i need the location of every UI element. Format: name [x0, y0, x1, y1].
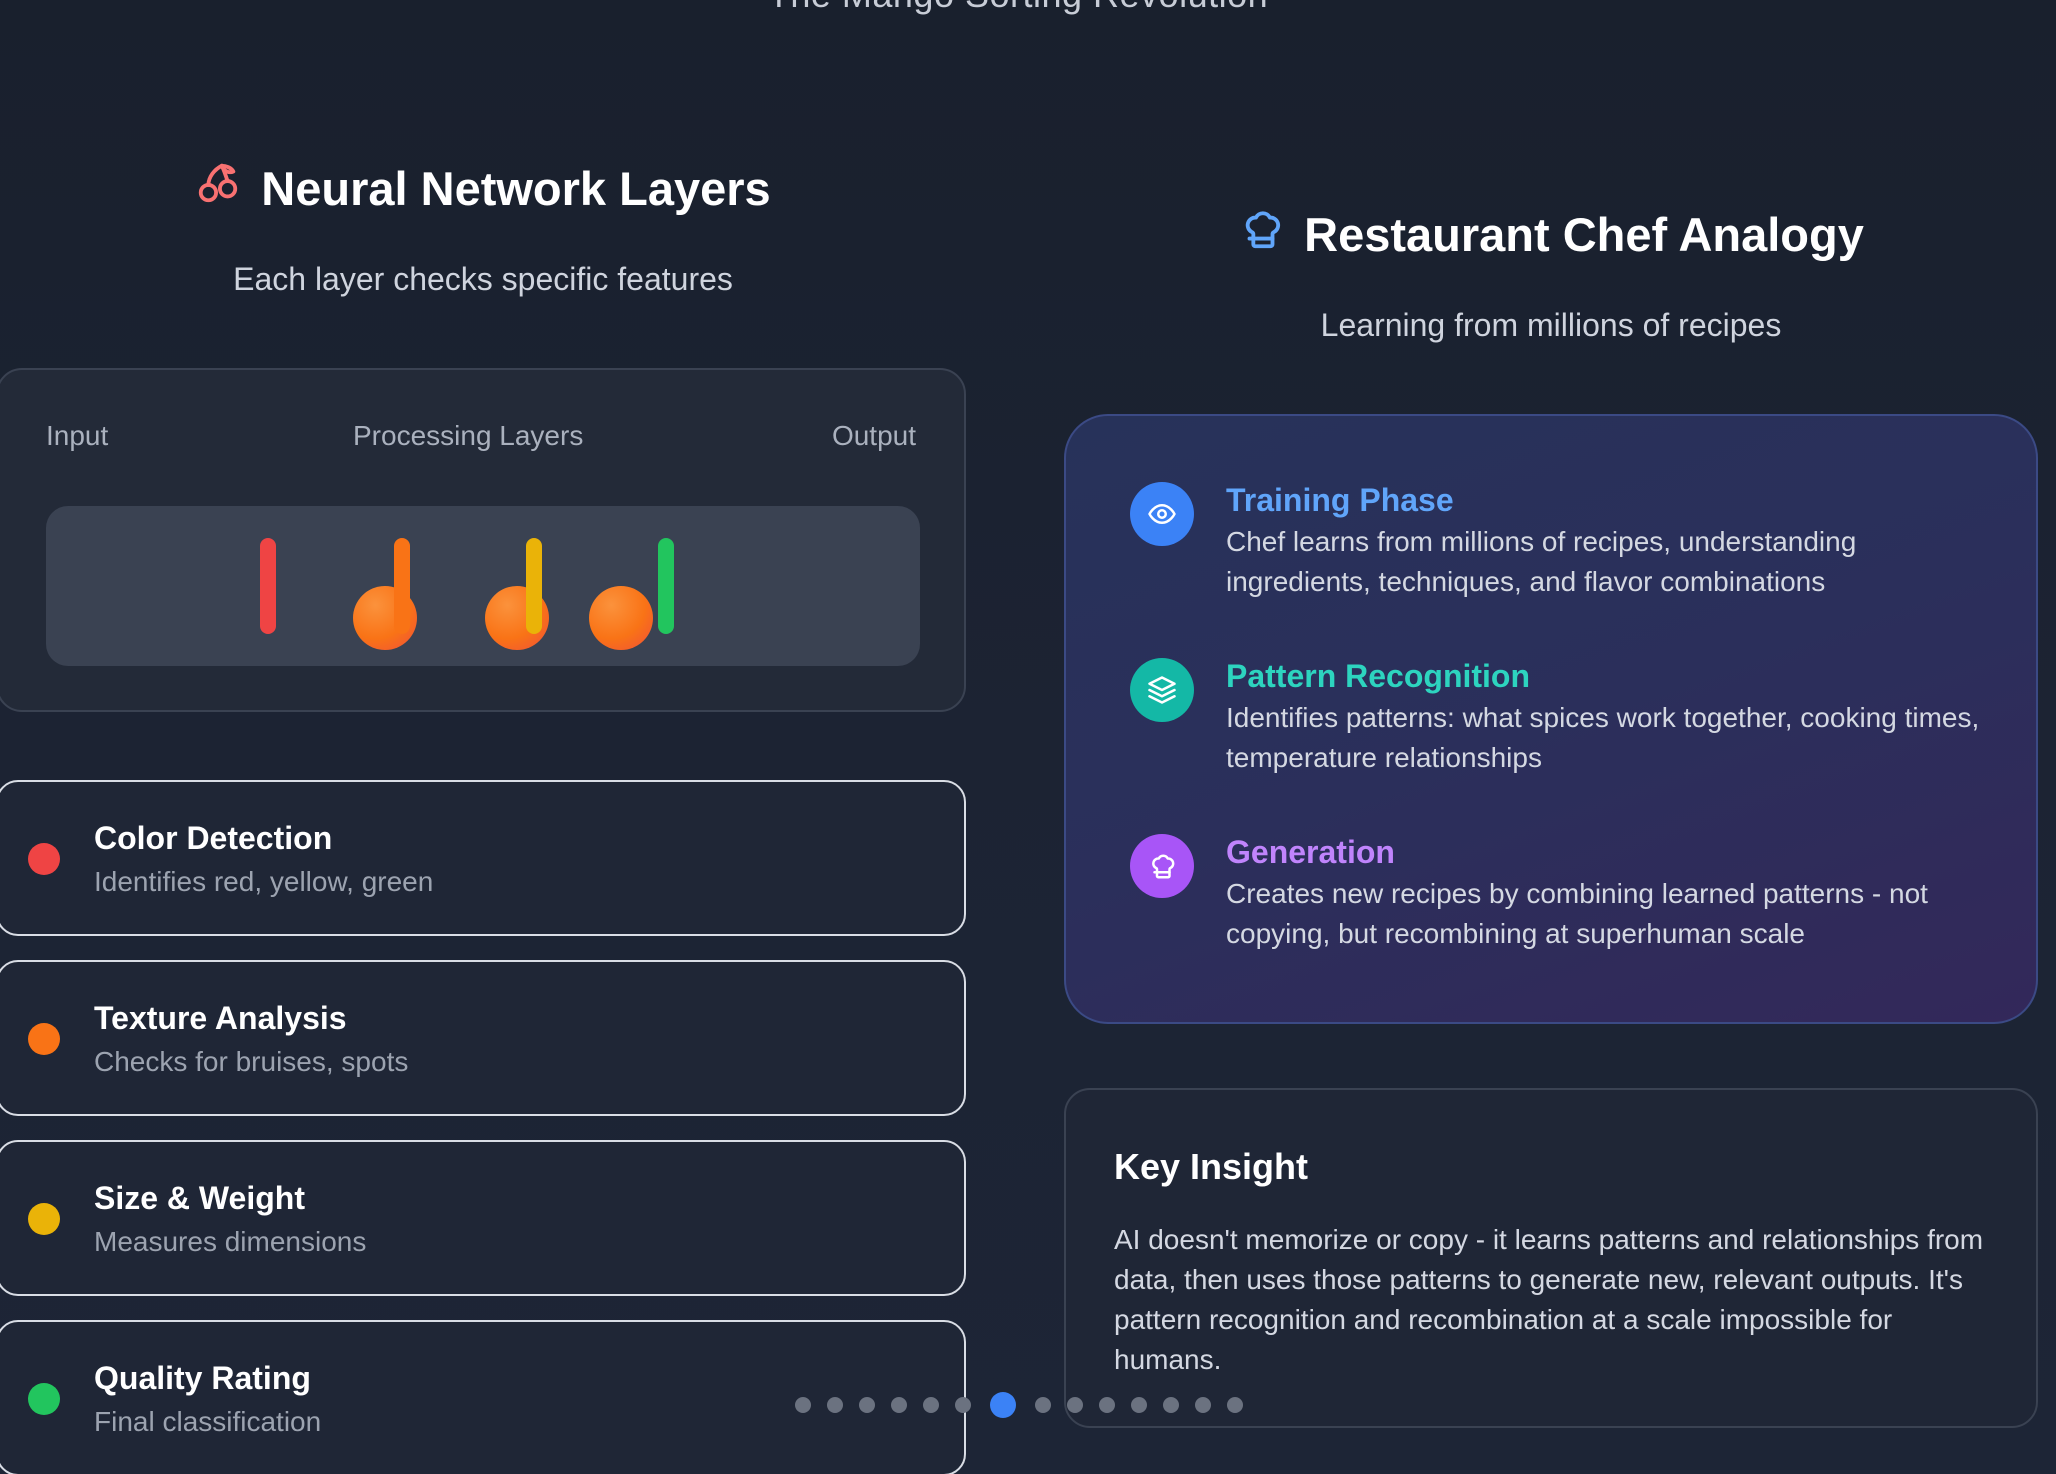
slide-pagination — [795, 1390, 1243, 1420]
pagination-dot[interactable] — [1227, 1397, 1243, 1413]
diagram-labels: Input Processing Layers Output — [46, 420, 916, 460]
step-description: Chef learns from millions of recipes, un… — [1226, 526, 1857, 597]
neural-network-header: Neural Network Layers Each layer checks … — [0, 160, 966, 298]
layers-icon — [1130, 658, 1194, 722]
feature-color-detection[interactable]: Color Detection Identifies red, yellow, … — [0, 780, 966, 936]
key-insight-body: AI doesn't memorize or copy - it learns … — [1114, 1224, 1984, 1375]
pagination-dot[interactable] — [1195, 1397, 1211, 1413]
chef-hat-icon — [1238, 206, 1284, 263]
pagination-dot[interactable] — [1067, 1397, 1083, 1413]
pagination-dot[interactable] — [1131, 1397, 1147, 1413]
output-label: Output — [831, 420, 916, 451]
eye-icon — [1130, 482, 1194, 546]
diagram-track — [46, 506, 920, 666]
status-dot — [28, 1383, 60, 1415]
step-title: Training Phase — [1226, 482, 1454, 518]
feature-description: Final classification — [94, 1406, 322, 1437]
pagination-dot[interactable] — [891, 1397, 907, 1413]
status-dot — [28, 1023, 60, 1055]
key-insight-card: Key Insight AI doesn't memorize or copy … — [1064, 1088, 2038, 1428]
layers-diagram: Input Processing Layers Output — [0, 368, 966, 712]
cherries-icon — [195, 160, 241, 217]
slide: The Mango Sorting Revolution Neural Netw… — [0, 0, 2056, 1474]
chef-analogy-header: Restaurant Chef Analogy Learning from mi… — [1064, 206, 2038, 344]
pagination-dot[interactable] — [1099, 1397, 1115, 1413]
pagination-dot[interactable] — [923, 1397, 939, 1413]
feature-size-weight[interactable]: Size & Weight Measures dimensions — [0, 1140, 966, 1296]
feature-texture-analysis[interactable]: Texture Analysis Checks for bruises, spo… — [0, 960, 966, 1116]
step-description: Identifies patterns: what spices work to… — [1226, 702, 1980, 773]
feature-description: Identifies red, yellow, green — [94, 866, 434, 897]
pagination-dot[interactable] — [827, 1397, 843, 1413]
status-dot — [28, 1203, 60, 1235]
step-title: Generation — [1226, 834, 1395, 870]
step-description: Creates new recipes by combining learned… — [1226, 878, 1928, 949]
pagination-dot-active[interactable] — [990, 1392, 1016, 1418]
mango-ball — [589, 586, 653, 650]
pagination-dot[interactable] — [795, 1397, 811, 1413]
status-dot — [28, 843, 60, 875]
layer-bar-orange — [394, 538, 410, 634]
key-insight-title: Key Insight — [1114, 1146, 1309, 1187]
feature-title: Size & Weight — [94, 1180, 305, 1216]
section-title-chef: Restaurant Chef Analogy — [1238, 206, 1864, 263]
feature-title: Quality Rating — [94, 1360, 311, 1396]
layer-bar-yellow — [526, 538, 542, 634]
neural-network-subtitle: Each layer checks specific features — [233, 261, 733, 297]
input-label: Input — [46, 420, 109, 451]
feature-description: Measures dimensions — [94, 1226, 367, 1257]
chef-analogy-subtitle: Learning from millions of recipes — [1320, 307, 1782, 343]
section-title-neural: Neural Network Layers — [195, 160, 771, 217]
chef-analogy-title: Restaurant Chef Analogy — [1304, 208, 1864, 261]
layer-bar-red — [260, 538, 276, 634]
step-title: Pattern Recognition — [1226, 658, 1531, 694]
analogy-card: Training Phase Chef learns from millions… — [1064, 414, 2038, 1024]
feature-title: Texture Analysis — [94, 1000, 347, 1036]
chef-hat-icon — [1130, 834, 1194, 898]
pagination-dot[interactable] — [859, 1397, 875, 1413]
pagination-dot[interactable] — [955, 1397, 971, 1413]
pagination-dot[interactable] — [1035, 1397, 1051, 1413]
layer-bar-green — [658, 538, 674, 634]
processing-layers-label: Processing Layers — [353, 420, 584, 451]
pagination-dot[interactable] — [1163, 1397, 1179, 1413]
feature-description: Checks for bruises, spots — [94, 1046, 409, 1077]
neural-network-title: Neural Network Layers — [261, 162, 771, 215]
feature-title: Color Detection — [94, 820, 333, 856]
page-title: The Mango Sorting Revolution — [0, 0, 2036, 16]
